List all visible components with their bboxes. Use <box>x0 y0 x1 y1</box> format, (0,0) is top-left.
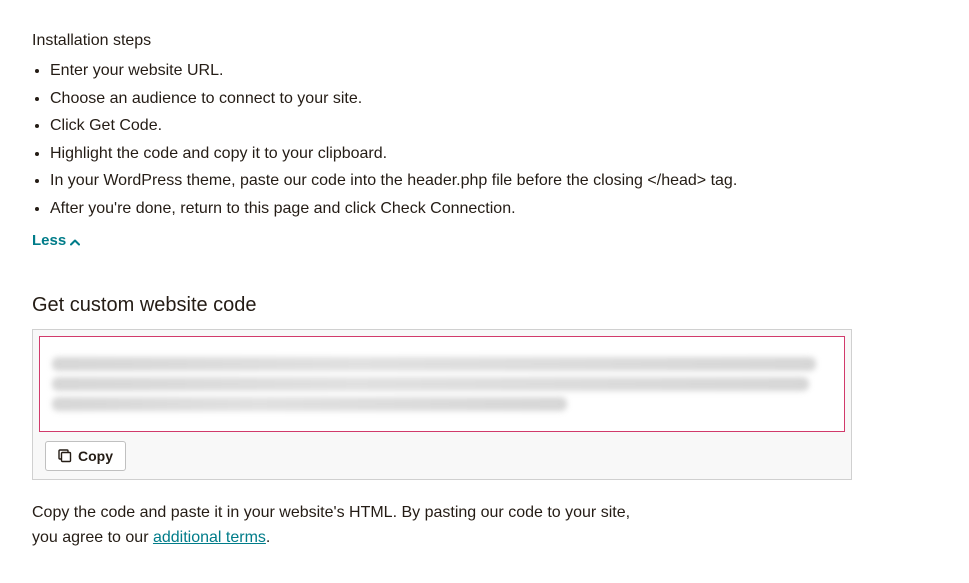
installation-step-item: Highlight the code and copy it to your c… <box>50 141 852 167</box>
installation-steps-list: Enter your website URL. Choose an audien… <box>32 58 852 222</box>
code-box: Copy <box>32 329 852 480</box>
installation-steps-title: Installation steps <box>32 32 852 50</box>
footer-line2-prefix: you agree to our <box>32 529 153 546</box>
custom-code-heading: Get custom website code <box>32 294 852 317</box>
footer-text: Copy the code and paste it in your websi… <box>32 500 852 551</box>
additional-terms-link[interactable]: additional terms <box>153 529 266 546</box>
footer-line1: Copy the code and paste it in your websi… <box>32 504 630 521</box>
installation-step-item: After you're done, return to this page a… <box>50 196 852 222</box>
chevron-up-icon <box>70 233 80 250</box>
installation-step-item: Enter your website URL. <box>50 58 852 84</box>
code-blurred-line <box>52 377 809 391</box>
installation-step-item: Choose an audience to connect to your si… <box>50 86 852 112</box>
installation-step-item: In your WordPress theme, paste our code … <box>50 168 852 194</box>
installation-step-item: Click Get Code. <box>50 113 852 139</box>
copy-button-label: Copy <box>78 448 113 464</box>
code-snippet-area[interactable] <box>39 336 845 432</box>
less-toggle[interactable]: Less <box>32 232 80 249</box>
copy-icon <box>58 449 72 463</box>
copy-button[interactable]: Copy <box>45 441 126 471</box>
code-blurred-line <box>52 397 567 411</box>
footer-line2-suffix: . <box>266 529 270 546</box>
less-toggle-label: Less <box>32 232 66 249</box>
code-blurred-line <box>52 357 816 371</box>
